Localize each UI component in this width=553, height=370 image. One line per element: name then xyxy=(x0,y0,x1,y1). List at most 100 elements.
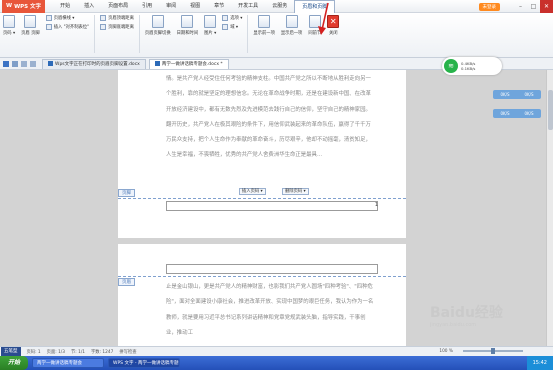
window-controls: 未登录 – □ ✕ xyxy=(478,0,553,13)
menu-tab[interactable]: 引用 xyxy=(135,0,159,13)
wifi-icon: ≋ xyxy=(444,59,458,73)
picture-icon xyxy=(204,15,217,28)
download-rate: 0.1KB/s xyxy=(461,66,476,71)
status-section: 节: 1/1 xyxy=(70,349,86,355)
close-window-button[interactable]: ✕ xyxy=(540,0,553,13)
page-number-icon xyxy=(3,15,16,28)
print-icon[interactable] xyxy=(12,60,18,67)
pill-left-value: 0K/S xyxy=(500,111,510,116)
show-previous-button[interactable]: 显示前一项 xyxy=(253,15,275,36)
field-icon xyxy=(222,24,229,30)
taskbar-item[interactable]: 两学一做讲话稿专题会 xyxy=(32,358,105,368)
footer-area[interactable] xyxy=(166,201,378,211)
quick-access-toolbar xyxy=(0,60,39,67)
date-time-icon xyxy=(181,15,194,28)
minimize-button[interactable]: – xyxy=(514,0,527,13)
network-speed-widget[interactable]: ≋ 0.4KB/s 0.1KB/s xyxy=(442,57,502,75)
save-icon[interactable] xyxy=(3,60,9,67)
menu-tabs: 开始 插入 页面布局 引用 审阅 视图 章节 开发工具 云服务 页眉和页脚 xyxy=(53,0,336,13)
header-footer-icon xyxy=(24,15,37,28)
header-distance-field[interactable]: 页眉顶端距离 xyxy=(100,15,134,21)
menu-tab[interactable]: 云服务 xyxy=(265,0,294,13)
footer-distance-icon xyxy=(100,24,107,30)
page-number-button[interactable]: 页码 ▾ xyxy=(3,15,15,36)
menu-tab[interactable]: 插入 xyxy=(77,0,101,13)
field-button[interactable]: 域 ▾ xyxy=(222,24,242,30)
login-button[interactable]: 未登录 xyxy=(478,2,500,11)
red-arrow-annotation xyxy=(318,2,329,35)
windows-taskbar: 开始 两学一做讲话稿专题会 WPS 文字 - 两学一做讲话稿专题会.docx 1… xyxy=(0,356,553,370)
start-button[interactable]: 开始 xyxy=(0,356,29,370)
spell-check-toggle[interactable]: 拼写检查 xyxy=(119,349,136,355)
header-area[interactable] xyxy=(166,264,378,274)
header-label: 页眉 xyxy=(118,278,135,286)
doc-tab-2[interactable]: 两学一做讲话稿专题会.docx * xyxy=(148,58,229,69)
ribbon-divider xyxy=(94,15,96,53)
page-2: 页眉 止是金山银山，更是共产党人的精神财富，也影我们共产党人圆场"四种考验"、"… xyxy=(118,244,406,346)
baidu-watermark: Baidu经验 jingyan.baidu.com xyxy=(430,305,503,328)
page-1: 情。是共产党人经受住任何考验的精神支柱。中国共产党之所以不断地从胜利走向另一个胜… xyxy=(118,70,406,238)
ribbon-small-group-1: 页眉横线 ▾ 插入 "对齐制表位" xyxy=(45,15,89,30)
menu-tab[interactable]: 开始 xyxy=(53,0,77,13)
menu-tab[interactable]: 开发工具 xyxy=(231,0,265,13)
undo-icon[interactable] xyxy=(21,60,27,67)
pill-right-value: 0K/S xyxy=(524,92,534,97)
status-page: 页码: 1 xyxy=(26,349,41,355)
zoom-slider-knob[interactable] xyxy=(491,348,495,354)
header-boundary xyxy=(118,276,406,277)
document-icon xyxy=(48,60,53,66)
pill-left-value: 0K/S xyxy=(500,92,510,97)
footer-boundary xyxy=(118,198,406,199)
date-time-button[interactable]: 日期和时间 xyxy=(177,15,198,36)
status-bar: 五笔型 页码: 1 页面: 1/3 节: 1/1 字数: 1247 拼写检查 1… xyxy=(0,346,553,356)
menu-tab[interactable]: 视图 xyxy=(183,0,207,13)
ribbon-small-group-3: 选项 ▾ 域 ▾ xyxy=(222,15,242,30)
redo-icon[interactable] xyxy=(30,60,36,67)
body-paragraph[interactable]: 情。是共产党人经受住任何考验的精神支柱。中国共产党之所以不断地从胜利走向另一个胜… xyxy=(166,72,376,164)
input-method-indicator[interactable]: 五笔型 xyxy=(1,347,21,356)
zoom-level[interactable]: 100 % xyxy=(439,349,453,354)
speed-pill[interactable]: 0K/S 0K/S xyxy=(493,109,541,118)
doc-tab-1[interactable]: Wps文字正在打印时的页眉页脚设置.docx xyxy=(42,58,146,69)
insert-page-number-button[interactable]: 插入页码 ▾ xyxy=(239,188,266,195)
body-paragraph[interactable]: 止是金山银山，更是共产党人的精神财富，也影我们共产党人圆场"四种考验"、"四种危… xyxy=(166,280,376,341)
pill-right-value: 0K/S xyxy=(524,111,534,116)
status-word-count[interactable]: 字数: 1247 xyxy=(91,349,113,355)
tab-stop-icon xyxy=(45,24,52,30)
footer-label: 页脚 xyxy=(118,189,135,197)
document-icon xyxy=(154,60,160,66)
menu-tab[interactable]: 页面布局 xyxy=(101,0,135,13)
ribbon-divider xyxy=(138,15,140,53)
picture-button[interactable]: 图片 ▾ xyxy=(204,15,216,36)
app-logo[interactable]: W WPS 文字 xyxy=(2,0,46,13)
show-next-button[interactable]: 显示后一项 xyxy=(281,15,302,36)
restore-button[interactable]: □ xyxy=(527,0,540,13)
header-distance-icon xyxy=(100,15,107,21)
vertical-scrollbar[interactable] xyxy=(546,70,553,346)
delete-page-number-button[interactable]: 删除页码 ▾ xyxy=(282,188,309,195)
tab-stop-button[interactable]: 插入 "对齐制表位" xyxy=(45,24,89,30)
show-previous-icon xyxy=(258,15,271,28)
footer-distance-field[interactable]: 页脚底端距离 xyxy=(100,24,134,30)
ribbon-divider xyxy=(247,15,249,53)
switch-header-footer-button[interactable]: 页眉页脚切换 xyxy=(145,15,171,36)
options-button[interactable]: 选项 ▾ xyxy=(222,15,242,21)
ribbon-small-group-2: 页眉顶端距离 页脚底端距离 xyxy=(100,15,134,30)
scroll-thumb[interactable] xyxy=(548,90,553,130)
menu-tab[interactable]: 章节 xyxy=(207,0,231,13)
system-clock: 15:42 xyxy=(526,356,553,370)
options-icon xyxy=(222,15,229,21)
speed-pill[interactable]: 0K/S 0K/S xyxy=(493,90,541,99)
switch-header-footer-icon xyxy=(151,15,164,28)
menu-tab[interactable]: 审阅 xyxy=(159,0,183,13)
status-pages: 页面: 1/3 xyxy=(46,349,65,355)
page-number: 1 xyxy=(374,202,378,208)
ribbon-toolbar: 页码 ▾ 页眉 页脚 页眉横线 ▾ 插入 "对齐制表位" 页眉顶端距离 页脚底端… xyxy=(0,13,553,58)
taskbar-item[interactable]: WPS 文字 - 两学一做讲话稿专题会.docx xyxy=(108,358,181,368)
header-footer-button[interactable]: 页眉 页脚 xyxy=(21,15,40,36)
title-bar: W WPS 文字 开始 插入 页面布局 引用 审阅 视图 章节 开发工具 云服务 页眉和页脚 未登录… xyxy=(0,0,553,13)
zoom-slider[interactable] xyxy=(463,348,523,354)
net-rates: 0.4KB/s 0.1KB/s xyxy=(461,61,475,71)
header-line-button[interactable]: 页眉横线 ▾ xyxy=(45,15,89,21)
wps-logo-icon: W xyxy=(6,3,13,9)
